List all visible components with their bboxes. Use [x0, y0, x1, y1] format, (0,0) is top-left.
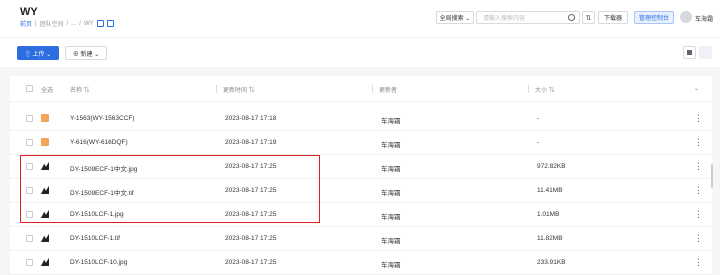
header-updater: 更新者 [379, 88, 398, 94]
file-name[interactable]: Y-1563(WY-1563CCF) [70, 115, 135, 122]
downloader-button[interactable]: 下载器 [598, 11, 628, 24]
search-input[interactable]: 请输入搜索内容 [476, 11, 580, 24]
selection-highlight-box [20, 155, 320, 223]
header-name[interactable]: 名称 ⇅ [70, 85, 90, 94]
select-all-checkbox[interactable] [26, 85, 33, 92]
updater: 车海霜 [381, 238, 401, 245]
file-name[interactable]: DY-1510LCF-1.tif [70, 235, 120, 242]
list-view-icon[interactable] [699, 46, 712, 59]
table-row[interactable]: DY-1510LCF-1.tif 2023-08-17 17:25 车海霜 11… [10, 227, 712, 251]
folder-icon [41, 114, 49, 122]
header-size[interactable]: 大小 ⇅ [535, 85, 555, 94]
table-row[interactable]: Y-616(WY-616DQF) 2023-08-17 17:19 车海霜 - … [10, 131, 712, 155]
table-row[interactable]: DY-1510LCF-10.jpg 2023-08-17 17:25 车海霜 2… [10, 251, 712, 275]
updater: 车海霜 [381, 142, 401, 149]
more-options-icon[interactable]: ⋮ [694, 233, 703, 244]
more-options-icon[interactable]: ⋮ [694, 209, 703, 220]
edit-icon[interactable] [106, 20, 114, 27]
updater: 车海霜 [381, 190, 401, 197]
file-size: 972.82KB [537, 163, 566, 170]
more-options-icon[interactable]: ⋮ [694, 137, 703, 148]
table-header: 全选 名称 ⇅ 更新时间 ⇅ 更新者 大小 ⇅ ⌄ [10, 76, 712, 102]
image-icon [41, 258, 49, 266]
updater: 车海霜 [381, 118, 401, 125]
column-divider[interactable] [372, 85, 373, 93]
search-icon[interactable] [568, 14, 575, 21]
breadcrumb-home[interactable]: 前页 [20, 19, 32, 28]
copy-icon[interactable] [96, 20, 104, 27]
file-size: 11.82MB [537, 235, 563, 242]
column-divider[interactable] [528, 85, 529, 93]
grid-view-icon[interactable] [683, 46, 696, 59]
breadcrumb-separator: | [35, 20, 37, 27]
row-checkbox[interactable] [26, 115, 33, 122]
new-button[interactable]: ⊕ 新建 ⌄ [65, 46, 107, 60]
avatar[interactable] [680, 11, 692, 23]
file-size: 233.91KB [537, 259, 566, 266]
breadcrumb-team-space[interactable]: 团队空间 [40, 19, 64, 28]
sort-filter-button[interactable]: ⇅ [582, 11, 595, 24]
updater: 车海霜 [381, 262, 401, 269]
updater: 车海霜 [381, 166, 401, 173]
folder-icon [41, 138, 49, 146]
toolbar: ⇧ 上传 ⌄ ⊕ 新建 ⌄ [0, 37, 720, 67]
more-options-icon[interactable]: ⋮ [694, 257, 703, 268]
file-name[interactable]: DY-1510LCF-10.jpg [70, 259, 127, 266]
admin-console-button[interactable]: 管理控制台 [634, 11, 674, 24]
header-updated[interactable]: 更新时间 ⇅ [223, 85, 255, 94]
breadcrumb-current: WY [83, 20, 94, 27]
search-placeholder: 请输入搜索内容 [483, 16, 526, 22]
more-options-icon[interactable]: ⋮ [694, 185, 703, 196]
search-scope-select[interactable]: 全局搜索 ⌄ [436, 11, 474, 24]
row-checkbox[interactable] [26, 139, 33, 146]
column-options-icon[interactable]: ⌄ [694, 85, 699, 92]
breadcrumb-ellipsis[interactable]: ... [71, 21, 76, 27]
image-icon [41, 234, 49, 242]
row-checkbox[interactable] [26, 259, 33, 266]
updater: 车海霜 [381, 214, 401, 221]
breadcrumb: 前页 | 团队空间 / ... / WY [20, 19, 117, 28]
page-header: WY 前页 | 团队空间 / ... / WY 全局搜索 ⌄ 请输入搜索内容 ⇅… [0, 0, 720, 37]
file-size: - [537, 115, 540, 122]
updated-time: 2023-08-17 17:25 [225, 259, 277, 266]
user-name[interactable]: 车海霜 [695, 14, 713, 23]
more-options-icon[interactable]: ⋮ [694, 113, 703, 124]
row-checkbox[interactable] [26, 235, 33, 242]
breadcrumb-separator: / [66, 20, 69, 27]
updated-time: 2023-08-17 17:19 [225, 139, 277, 146]
updated-time: 2023-08-17 17:25 [225, 235, 277, 242]
column-divider[interactable] [216, 85, 217, 93]
file-name[interactable]: Y-616(WY-616DQF) [70, 139, 128, 146]
table-row[interactable]: Y-1563(WY-1563CCF) 2023-08-17 17:18 车海霜 … [10, 107, 712, 131]
file-size: - [537, 139, 540, 146]
file-size: 1.01MB [537, 211, 560, 218]
updated-time: 2023-08-17 17:18 [225, 115, 277, 122]
page-title: WY [20, 6, 38, 18]
breadcrumb-separator: / [79, 20, 81, 27]
upload-button[interactable]: ⇧ 上传 ⌄ [17, 46, 59, 60]
scrollbar[interactable] [711, 164, 713, 188]
file-size: 11.41MB [537, 187, 563, 194]
more-options-icon[interactable]: ⋮ [694, 161, 703, 172]
header-select-all[interactable]: 全选 [41, 85, 53, 94]
